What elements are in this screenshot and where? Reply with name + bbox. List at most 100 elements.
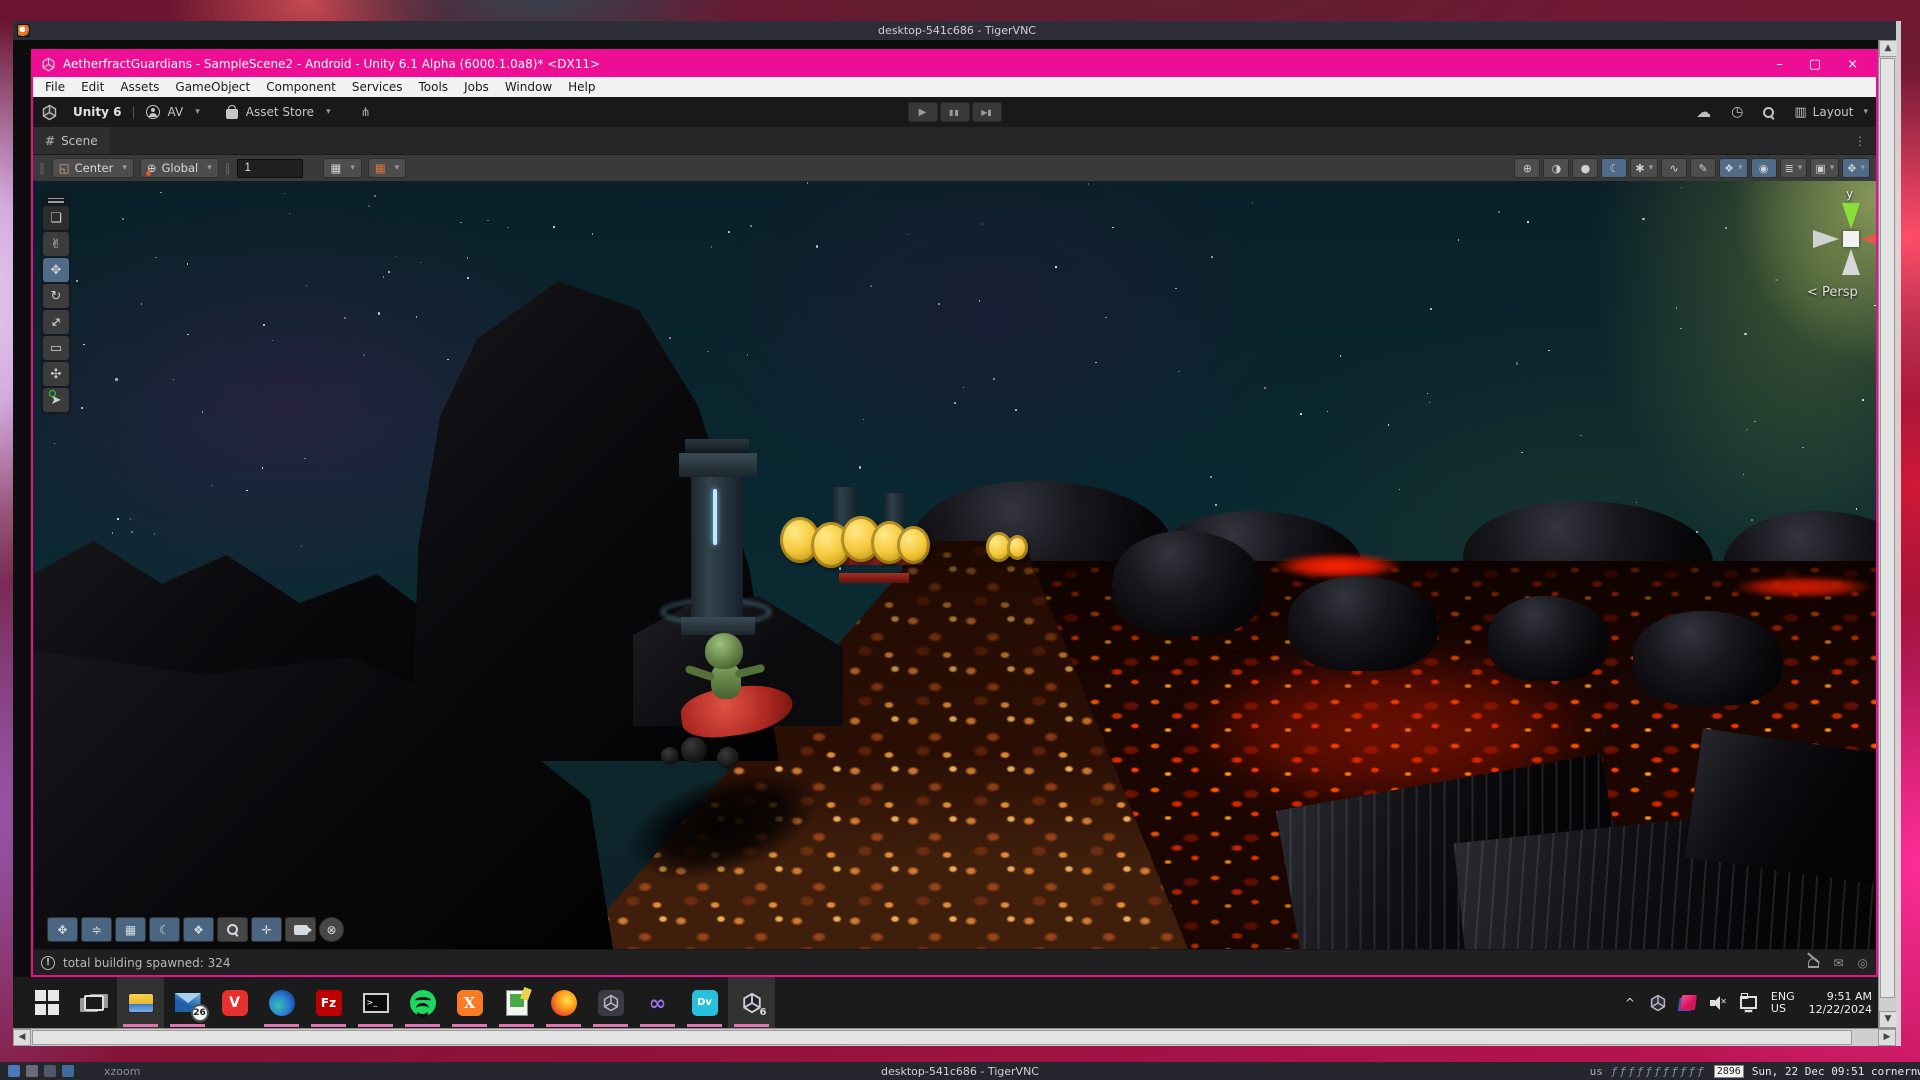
network-icon[interactable] [1740,996,1757,1009]
firefox[interactable] [540,977,587,1028]
play-button[interactable]: ▶ [908,102,938,122]
task-view-button[interactable] [70,977,117,1028]
x-axis-cone[interactable] [1861,230,1876,248]
wm-icon-2[interactable] [26,1065,38,1077]
vnc-horizontal-scrollbar[interactable]: ◀ ▶ [13,1028,1896,1046]
layout-dropdown[interactable]: Layout [1813,105,1854,119]
gizmo-slash-icon[interactable]: ✎ [1690,158,1716,178]
dv-app[interactable]: Dv [681,977,728,1028]
scroll-down-icon[interactable]: ▼ [1879,1011,1897,1028]
menu-item-gameobject[interactable]: GameObject [167,80,258,94]
grid-size-input[interactable] [237,159,303,178]
camera-overlay-icon[interactable] [285,917,316,942]
vertical-scroll-thumb[interactable] [1880,58,1895,998]
clock[interactable]: 9:51 AM 12/22/2024 [1809,990,1872,1016]
rect-tool[interactable]: ▭ [43,336,69,360]
scale-tool[interactable]: ↔ [43,310,69,334]
tray-chevron-icon[interactable]: ^ [1625,996,1635,1010]
minimize-button[interactable]: – [1776,57,1783,72]
moon-overlay-icon[interactable]: ☾ [149,917,180,942]
status-message[interactable]: total building spawned: 324 [63,956,231,970]
draw-mode-icon[interactable]: ⊕ [1514,158,1540,178]
tray-app-icon[interactable] [1680,995,1697,1010]
visual-studio[interactable]: ∞ [634,977,681,1028]
tool-handle-pivot-button[interactable]: ◱ Center ▾ [52,158,134,178]
neg-y-axis-cone[interactable] [1842,249,1860,275]
projection-toggle[interactable]: < Persp [1807,285,1858,300]
menu-item-jobs[interactable]: Jobs [456,80,497,94]
unity-editor[interactable]: 6 [728,977,775,1028]
properties-overlay-icon[interactable]: ≑ [81,917,112,942]
orientation-gizmo[interactable]: y x < Persp [1795,187,1876,311]
keyboard-layout[interactable]: us [1590,1065,1603,1078]
close-button[interactable]: × [1847,57,1858,72]
scroll-up-icon[interactable]: ▲ [1879,40,1897,57]
wm-icon-4[interactable] [62,1065,74,1077]
gizmo-center-cube[interactable] [1843,231,1859,247]
asset-store-dropdown[interactable]: Asset Store [246,105,314,119]
scene-moon-icon[interactable]: ☾ [1601,158,1627,178]
grid-axis-button[interactable]: ▦ ▾ [323,158,361,178]
tab-options-icon[interactable]: ⋮ [1854,134,1876,148]
vnc-titlebar[interactable]: desktop-541c686 - TigerVNC [13,21,1901,40]
layers-highlight-icon[interactable]: ❖▾ [1719,158,1747,178]
view-cube-tool[interactable]: ❏ [43,206,69,230]
tray-unity-icon[interactable] [1649,994,1667,1012]
scene-lighting-icon[interactable]: ● [1572,158,1598,178]
wm-app-label[interactable]: xzoom [104,1065,140,1078]
layers-icon[interactable]: ≣▾ [1780,158,1808,178]
menu-item-services[interactable]: Services [344,80,411,94]
y-axis-cone[interactable] [1842,203,1860,229]
vivaldi-browser[interactable]: V [211,977,258,1028]
zoom-overlay-icon[interactable] [217,917,248,942]
menu-item-tools[interactable]: Tools [411,80,457,94]
unity-titlebar[interactable]: AetherfractGuardians - SampleScene2 - An… [33,51,1876,77]
console-expand-icon[interactable]: ◎ [1858,956,1868,970]
file-explorer[interactable] [117,977,164,1028]
cloud-icon[interactable]: ☁ [1696,103,1711,121]
close-overlay-icon[interactable]: ⊗ [319,917,344,942]
audio-mute-icon[interactable]: ∿ [1661,158,1687,178]
wm-window-title[interactable]: desktop-541c686 - TigerVNC [881,1065,1039,1078]
scene-viewport[interactable]: ❏✌✥↻↔▭✣➤ y x < Persp ✥ [33,181,1876,949]
step-button[interactable]: ▶▮ [972,102,1002,122]
xampp[interactable]: X [446,977,493,1028]
custom-tool[interactable]: ➤ [43,388,69,412]
menu-item-file[interactable]: File [37,80,73,94]
neg-x-axis-cone[interactable] [1813,230,1839,248]
scene-effects-icon[interactable]: ✱▾ [1630,158,1658,178]
notifications-muted-icon[interactable] [1808,958,1819,968]
hand-tool[interactable]: ✌ [43,232,69,256]
overlay-drag-handle[interactable] [43,196,69,204]
wm-icon-1[interactable] [8,1065,20,1077]
account-dropdown[interactable]: AV [168,105,184,119]
rotate-tool[interactable]: ↻ [43,284,69,308]
vnc-vertical-scrollbar[interactable]: ▲ ▼ [1878,40,1896,1028]
filezilla[interactable]: Fz [305,977,352,1028]
grid-snap-button[interactable]: ▦ ▾ [368,158,406,178]
unity-hub[interactable] [587,977,634,1028]
maximize-button[interactable]: ▢ [1809,57,1821,72]
grid-overlay-icon[interactable]: ▦ [115,917,146,942]
move-tool[interactable]: ✥ [43,258,69,282]
scroll-left-icon[interactable]: ◀ [13,1029,31,1046]
debug-mode-icon[interactable]: ◑ [1543,158,1569,178]
pause-button[interactable]: ▮▮ [940,102,970,122]
transform-tool[interactable]: ✣ [43,362,69,386]
start-button[interactable] [23,977,70,1028]
mail-app[interactable]: 26 [164,977,211,1028]
menu-item-edit[interactable]: Edit [73,80,112,94]
plastic-scm-icon[interactable]: ⋔ [361,105,371,119]
spotify[interactable] [399,977,446,1028]
menu-item-assets[interactable]: Assets [112,80,167,94]
search-icon[interactable] [1763,107,1774,118]
move-overlay-icon[interactable]: ✥ [47,917,78,942]
edge-browser[interactable] [258,977,305,1028]
tab-scene[interactable]: # Scene [33,127,110,154]
notepad-plus-plus[interactable] [493,977,540,1028]
horizontal-scroll-thumb[interactable] [32,1030,1852,1045]
menu-item-help[interactable]: Help [560,80,603,94]
menu-item-component[interactable]: Component [258,80,344,94]
toolbar-drag-handle[interactable]: ∥ [39,161,46,175]
scene-visibility-icon[interactable]: ◉ [1751,158,1777,178]
